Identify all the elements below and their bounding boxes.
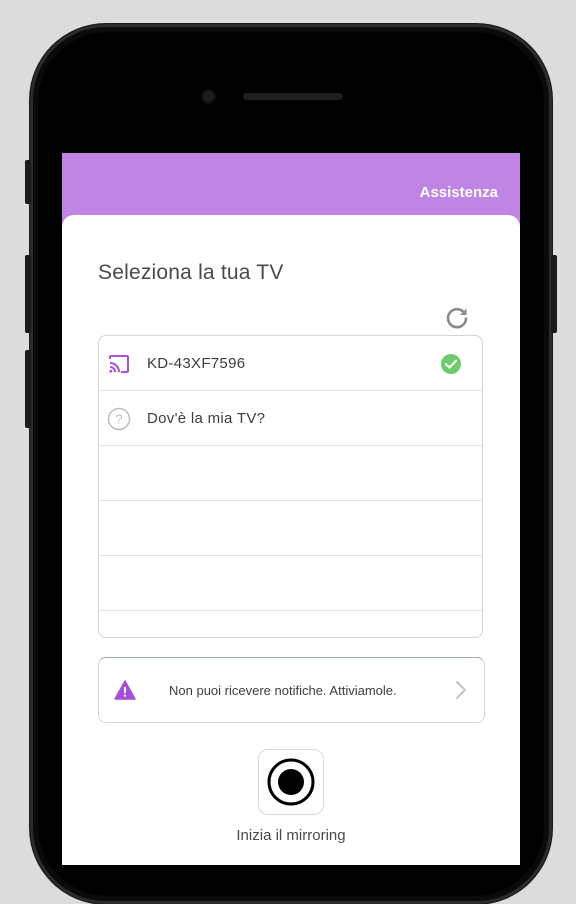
- tv-selection-sheet: Seleziona la tua TV KD-43XF7596 ? Dov'è …: [62, 215, 520, 865]
- notification-text: Non puoi ricevere notifiche. Attiviamole…: [169, 683, 397, 698]
- connected-check-icon: [440, 353, 462, 375]
- earpiece-speaker: [243, 93, 343, 100]
- start-mirroring-label: Inizia il mirroring: [236, 827, 346, 844]
- start-mirroring-button[interactable]: [258, 749, 324, 815]
- where-is-my-tv-row[interactable]: ? Dov'è la mia TV?: [99, 391, 482, 446]
- warning-icon: [114, 680, 136, 700]
- power-button: [551, 255, 557, 333]
- help-link[interactable]: Assistenza: [420, 184, 498, 201]
- chevron-right-icon: [455, 679, 467, 701]
- notification-banner[interactable]: Non puoi ricevere notifiche. Attiviamole…: [98, 657, 485, 723]
- device-row-kd43xf7596[interactable]: KD-43XF7596: [99, 336, 482, 391]
- refresh-icon[interactable]: [444, 305, 470, 331]
- where-is-my-tv-label: Dov'è la mia TV?: [147, 410, 266, 427]
- device-list: KD-43XF7596 ? Dov'è la mia TV?: [98, 335, 483, 638]
- front-camera: [203, 91, 214, 102]
- mute-switch: [25, 160, 31, 204]
- record-icon: [267, 758, 315, 806]
- help-circle-icon: ?: [107, 407, 131, 431]
- svg-text:?: ?: [115, 412, 122, 427]
- app-screen: Assistenza Seleziona la tua TV KD-43XF75…: [62, 153, 520, 865]
- page-title: Seleziona la tua TV: [98, 261, 284, 284]
- volume-down-button: [25, 350, 31, 428]
- empty-row: [99, 556, 482, 611]
- empty-row: [99, 501, 482, 556]
- volume-up-button: [25, 255, 31, 333]
- cast-icon: [107, 352, 131, 376]
- empty-row: [99, 446, 482, 501]
- device-name: KD-43XF7596: [147, 355, 246, 372]
